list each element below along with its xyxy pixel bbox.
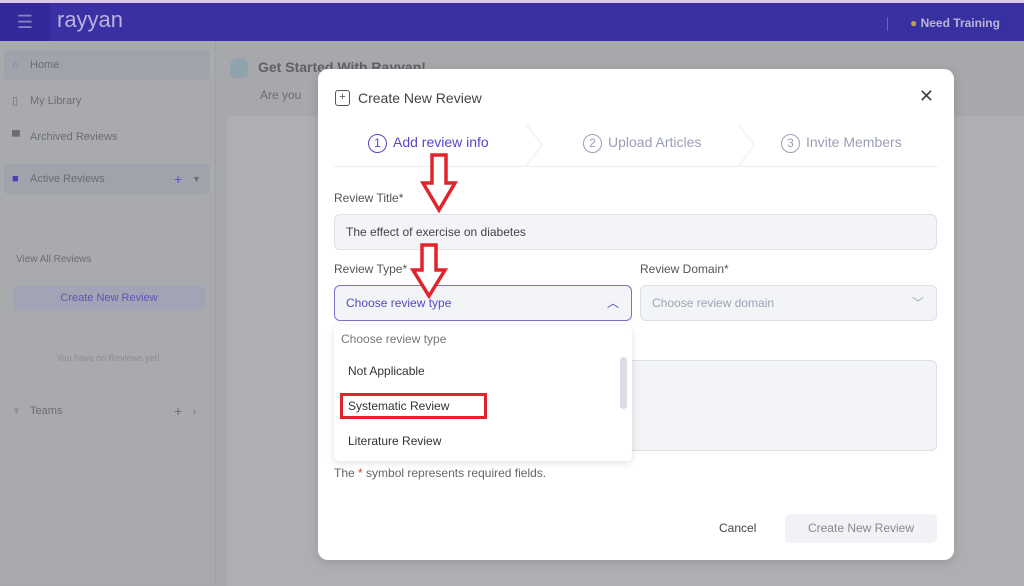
add-icon[interactable]: + [174,396,182,426]
step-number: 2 [583,134,602,153]
sidebar-item-teams[interactable]: ♆ Teams + › [4,396,210,426]
note-text: The [334,466,355,480]
logo: rayyan [57,7,124,32]
sidebar-item-home[interactable]: ⌂ Home [4,50,210,80]
review-domain-select[interactable]: Choose review domain ﹀ [640,285,937,321]
sidebar-item-archived-reviews[interactable]: ▀ Archived Reviews [4,122,210,152]
label: Home [30,59,60,71]
create-new-review-button[interactable]: Create New Review [785,514,937,543]
modal-title: Create New Review [358,90,482,106]
review-type-label: Review Type* [334,262,408,276]
chevron-right-icon[interactable]: › [193,396,196,426]
page-subtitle: Are you [260,88,302,102]
step-label: Add review info [393,134,489,150]
annotation-arrow-down [410,243,448,299]
step-number: 1 [368,134,387,153]
house-icon [230,58,248,78]
review-domain-label: Review Domain* [640,262,729,276]
step-upload-articles[interactable]: 2 Upload Articles [583,134,701,153]
folder-icon: ■ [12,173,19,185]
menu-icon[interactable]: ☰ [0,3,50,41]
required-note: The * symbol represents required fields. [334,466,546,480]
sidebar-create-review-button[interactable]: Create New Review [13,286,205,311]
archive-icon: ▀ [12,131,20,143]
option-literature-review[interactable]: Literature Review [348,434,441,448]
annotation-arrow-down [420,153,458,213]
chevron-down-icon[interactable]: ▼ [192,164,201,194]
sidebar-item-my-library[interactable]: ▯ My Library [4,86,210,116]
label: My Library [30,95,82,107]
teams-icon: ♆ [12,405,21,417]
chevron-up-icon: ︿ [606,296,619,310]
annotation-highlight-box [340,393,487,419]
training-label: Need Training [920,16,1000,30]
review-title-label: Review Title* [334,191,404,205]
note-text: symbol represents required fields. [366,466,547,480]
step-separator [525,124,543,167]
label: Teams [30,405,63,417]
step-add-review-info[interactable]: 1 Add review info [368,134,489,153]
add-icon[interactable]: + [174,164,182,194]
divider [887,17,888,31]
need-training-button[interactable]: ● Need Training [902,9,1008,37]
step-label: Invite Members [806,134,902,150]
dropdown-placeholder: Choose review type [341,332,447,346]
sidebar: ⌂ Home ▯ My Library ▀ Archived Reviews ■ Act… [0,41,216,582]
step-label: Upload Articles [608,134,702,150]
step-number: 3 [781,134,800,153]
library-icon: ▯ [12,95,19,107]
step-invite-members[interactable]: 3 Invite Members [781,134,902,153]
chevron-down-icon: ﹀ [911,296,924,310]
home-icon: ⌂ [12,59,19,71]
create-review-modal: + Create New Review ✕ 1 Add review info 2… [318,69,954,560]
label: Archived Reviews [30,131,118,143]
sidebar-item-active-reviews[interactable]: ■ Active Reviews + ▼ [4,164,210,194]
label: Active Reviews [30,173,105,185]
select-value: Choose review domain [652,296,775,310]
app-header: ☰ rayyan ● Need Training [0,3,1024,41]
shield-icon: ● [910,16,921,30]
close-icon[interactable]: ✕ [919,86,934,107]
folder-plus-icon: + [335,90,350,106]
dropdown-scrollbar[interactable] [620,357,627,409]
empty-state: You have no Reviews yet! [56,353,160,363]
asterisk: * [358,466,363,480]
cancel-button[interactable]: Cancel [719,521,756,535]
view-all-reviews-link[interactable]: View All Reviews [16,254,91,265]
review-type-select[interactable]: Choose review type ︿ [334,285,632,321]
step-separator [737,124,755,167]
option-not-applicable[interactable]: Not Applicable [348,364,425,378]
